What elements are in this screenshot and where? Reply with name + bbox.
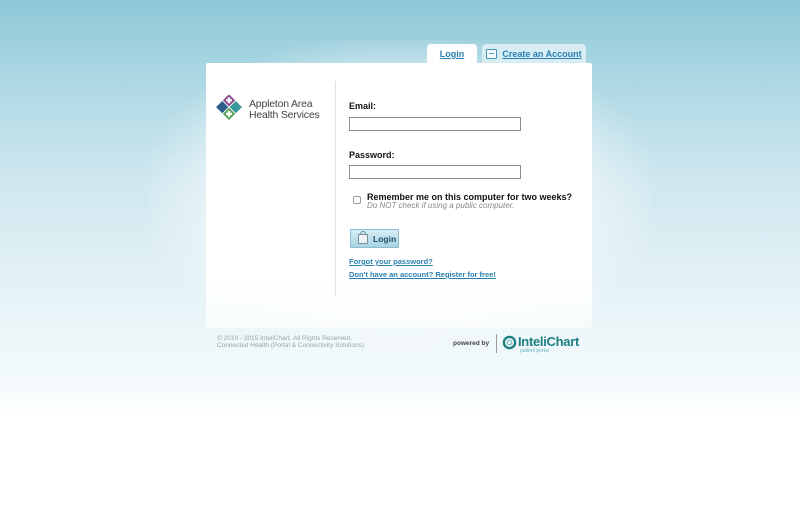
vertical-divider <box>335 81 336 297</box>
tab-login-label[interactable]: Login <box>440 49 465 59</box>
password-label: Password: <box>349 150 395 160</box>
footer-copyright: © 2010 - 2015 InteliChart. All Rights Re… <box>217 335 364 349</box>
remember-me-hint: Do NOT check if using a public computer. <box>367 201 515 210</box>
login-button[interactable]: Login <box>350 229 399 248</box>
brand-name-line2: Health Services <box>249 109 320 121</box>
tab-create-account[interactable]: Create an Account <box>482 44 586 64</box>
copyright-line2: Connected Health (Portal & Connectivity … <box>217 342 365 349</box>
register-link[interactable]: Don't have an account? Register for free… <box>349 270 496 279</box>
email-field[interactable] <box>349 117 521 131</box>
brand-name: Appleton Area Health Services <box>249 99 320 121</box>
lock-icon <box>358 230 368 244</box>
brand-logo: Appleton Area Health Services <box>214 94 324 126</box>
intelichart-logo: InteliChart patient portal <box>502 334 584 354</box>
email-label: Email: <box>349 101 377 111</box>
id-card-icon <box>486 49 498 59</box>
login-button-label[interactable]: Login <box>373 234 396 244</box>
footer-divider <box>496 334 497 353</box>
login-panel: Appleton Area Health Services Email: Pas… <box>206 63 592 328</box>
tab-create-account-label[interactable]: Create an Account <box>502 49 581 59</box>
tab-login[interactable]: Login <box>427 44 477 64</box>
remember-me-checkbox[interactable] <box>353 196 361 204</box>
vendor-sub: patient portal <box>520 348 549 354</box>
password-field[interactable] <box>349 165 521 179</box>
vendor-name: InteliChart <box>518 334 579 349</box>
forgot-password-link[interactable]: Forgot your password? <box>349 257 433 266</box>
intelichart-mark-icon <box>502 335 517 350</box>
copyright-line1: © 2010 - 2015 InteliChart. All Rights Re… <box>217 335 352 342</box>
powered-by-label: powered by <box>453 340 490 347</box>
diamond-cross-logo-icon <box>216 94 242 120</box>
